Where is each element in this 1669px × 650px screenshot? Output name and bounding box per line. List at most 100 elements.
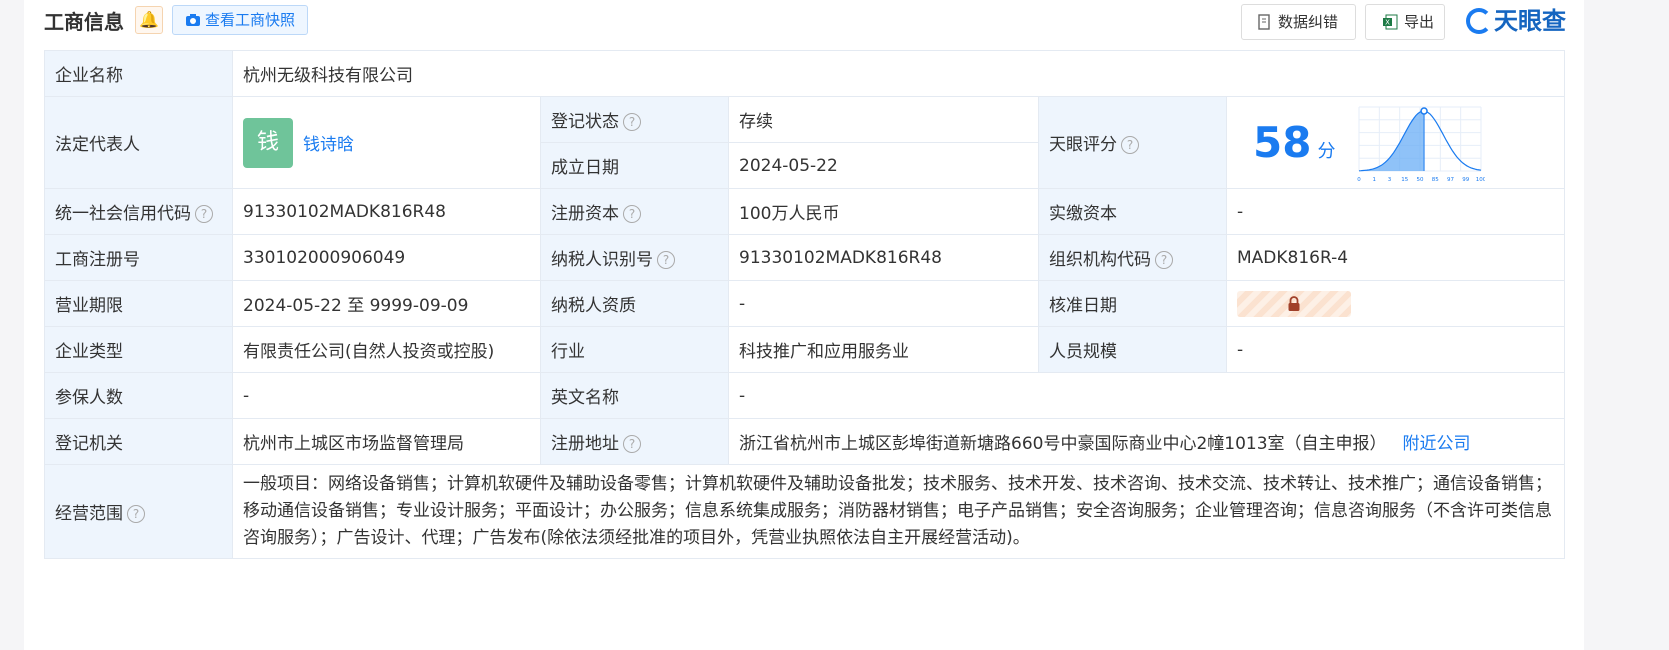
data-correction-button[interactable]: 数据纠错 [1241, 4, 1356, 40]
row-insured: 参保人数 - 英文名称 - [44, 372, 1566, 419]
company-name-label: 企业名称 [44, 50, 233, 97]
view-snapshot-label: 查看工商快照 [205, 11, 296, 29]
score-distribution-chart: 0 1 3 15 50 85 97 99 100 [1358, 106, 1485, 183]
taxpayer-qual-label: 纳税人资质 [540, 280, 729, 327]
insured-label: 参保人数 [44, 372, 233, 419]
section-title: 工商信息 [44, 10, 124, 34]
authority-label: 登记机关 [44, 418, 233, 465]
tick-label: 99 [1463, 177, 1470, 183]
found-date-value: 2024-05-22 [728, 142, 1039, 189]
address-label: 注册地址 [551, 434, 619, 454]
reg-capital-label-cell: 注册资本? [540, 188, 729, 235]
address-value: 浙江省杭州市上城区彭埠街道新塘路660号中豪国际商业中心2幢1013室（自主申报… [739, 434, 1387, 454]
credit-code-label: 统一社会信用代码 [55, 204, 191, 224]
svg-text:X: X [1385, 19, 1390, 27]
logo-mark-icon [1466, 8, 1492, 34]
authority-value: 杭州市上城区市场监督管理局 [232, 418, 541, 465]
help-icon[interactable]: ? [623, 435, 641, 453]
scope-value: 一般项目：网络设备销售；计算机软硬件及辅助设备零售；计算机软硬件及辅助设备批发；… [231, 464, 1566, 559]
export-label: 导出 [1404, 13, 1435, 31]
taxpayer-id-label: 纳税人识别号 [551, 250, 653, 270]
score-unit: 分 [1317, 140, 1336, 162]
tick-label: 85 [1432, 177, 1439, 183]
type-value: 有限责任公司(自然人投资或控股) [232, 326, 541, 373]
logo-text: 天眼查 [1494, 7, 1566, 35]
approve-date-cell [1225, 280, 1566, 327]
type-label: 企业类型 [44, 326, 233, 373]
tick-label: 0 [1358, 177, 1362, 183]
tick-label: 15 [1402, 177, 1409, 183]
help-icon[interactable]: ? [657, 251, 675, 269]
legal-rep-cell: 钱钱诗晗 [232, 96, 541, 189]
tick-label: 3 [1388, 177, 1392, 183]
locked-value[interactable] [1237, 290, 1351, 317]
help-icon[interactable]: ? [623, 205, 641, 223]
found-date-label: 成立日期 [540, 142, 729, 189]
row-company-name: 企业名称 杭州无级科技有限公司 [44, 50, 1566, 97]
tianyan-score-label: 天眼评分 [1049, 135, 1117, 155]
credit-code-value: 91330102MADK816R48 [232, 188, 541, 235]
reg-no-label: 工商注册号 [44, 234, 233, 281]
help-icon[interactable]: ? [623, 113, 641, 131]
tick-label: 97 [1447, 177, 1454, 183]
org-code-label: 组织机构代码 [1049, 250, 1151, 270]
excel-icon: X [1383, 14, 1398, 30]
org-code-label-cell: 组织机构代码? [1038, 234, 1227, 281]
business-info-table: 企业名称 杭州无级科技有限公司 法定代表人 钱钱诗晗 登记状态? 存续 天眼评分… [44, 50, 1566, 559]
help-icon[interactable]: ? [127, 505, 145, 523]
taxpayer-id-label-cell: 纳税人识别号? [540, 234, 729, 281]
reg-capital-value: 100万人民币 [728, 188, 1039, 235]
tick-label: 50 [1417, 177, 1424, 183]
row-reg-no: 工商注册号 330102000906049 纳税人识别号? 91330102MA… [44, 234, 1566, 281]
tianyancha-logo: 天眼查 [1466, 5, 1566, 37]
term-value: 2024-05-22 至 9999-09-09 [232, 280, 541, 327]
bell-icon[interactable]: 🔔 [135, 6, 163, 34]
taxpayer-id-value: 91330102MADK816R48 [728, 234, 1039, 281]
legal-rep-link[interactable]: 钱诗晗 [303, 135, 354, 155]
address-cell: 浙江省杭州市上城区彭埠街道新塘路660号中豪国际商业中心2幢1013室（自主申报… [727, 418, 1566, 465]
export-button[interactable]: X 导出 [1365, 4, 1445, 40]
address-label-cell: 注册地址? [540, 418, 729, 465]
company-name-value: 杭州无级科技有限公司 [231, 50, 1566, 97]
edit-doc-icon [1258, 14, 1270, 30]
taxpayer-qual-value: - [728, 280, 1039, 327]
help-icon[interactable]: ? [1155, 251, 1173, 269]
reg-status-label-cell: 登记状态? [540, 96, 729, 143]
avatar: 钱 [243, 117, 293, 168]
english-name-value: - [727, 372, 1566, 419]
row-authority: 登记机关 杭州市上城区市场监督管理局 注册地址? 浙江省杭州市上城区彭埠街道新塘… [44, 418, 1566, 465]
industry-value: 科技推广和应用服务业 [728, 326, 1039, 373]
staff-label: 人员规模 [1038, 326, 1227, 373]
tick-label: 100 [1476, 177, 1485, 183]
row-credit-code: 统一社会信用代码? 91330102MADK816R48 注册资本? 100万人… [44, 188, 1566, 235]
legal-rep-label: 法定代表人 [44, 96, 233, 189]
reg-status-label: 登记状态 [551, 112, 619, 132]
view-snapshot-button[interactable]: 查看工商快照 [172, 5, 309, 35]
reg-capital-label: 注册资本 [551, 204, 619, 224]
score-cell: 58 分 0 1 3 15 50 85 97 99 100 [1225, 96, 1566, 189]
help-icon[interactable]: ? [1121, 136, 1139, 154]
score-value: 58 [1253, 118, 1312, 167]
industry-label: 行业 [540, 326, 729, 373]
paid-capital-label: 实缴资本 [1038, 188, 1227, 235]
term-label: 营业期限 [44, 280, 233, 327]
english-name-label: 英文名称 [540, 372, 729, 419]
insured-value: - [232, 372, 541, 419]
approve-date-label: 核准日期 [1038, 280, 1227, 327]
paid-capital-value: - [1225, 188, 1566, 235]
nearby-company-link[interactable]: 附近公司 [1403, 434, 1471, 454]
lock-icon [1288, 295, 1300, 311]
scope-label: 经营范围 [55, 504, 123, 524]
org-code-value: MADK816R-4 [1225, 234, 1566, 281]
reg-no-value: 330102000906049 [232, 234, 541, 281]
credit-code-label-cell: 统一社会信用代码? [44, 188, 233, 235]
reg-status-value: 存续 [728, 96, 1039, 143]
row-term: 营业期限 2024-05-22 至 9999-09-09 纳税人资质 - 核准日… [44, 280, 1566, 327]
scope-label-cell: 经营范围? [44, 464, 233, 559]
help-icon[interactable]: ? [195, 205, 213, 223]
row-scope: 经营范围? 一般项目：网络设备销售；计算机软硬件及辅助设备零售；计算机软硬件及辅… [44, 464, 1566, 559]
score-marker-dot [1420, 106, 1429, 115]
camera-icon [186, 14, 200, 26]
tick-label: 1 [1373, 177, 1377, 183]
staff-value: - [1225, 326, 1566, 373]
